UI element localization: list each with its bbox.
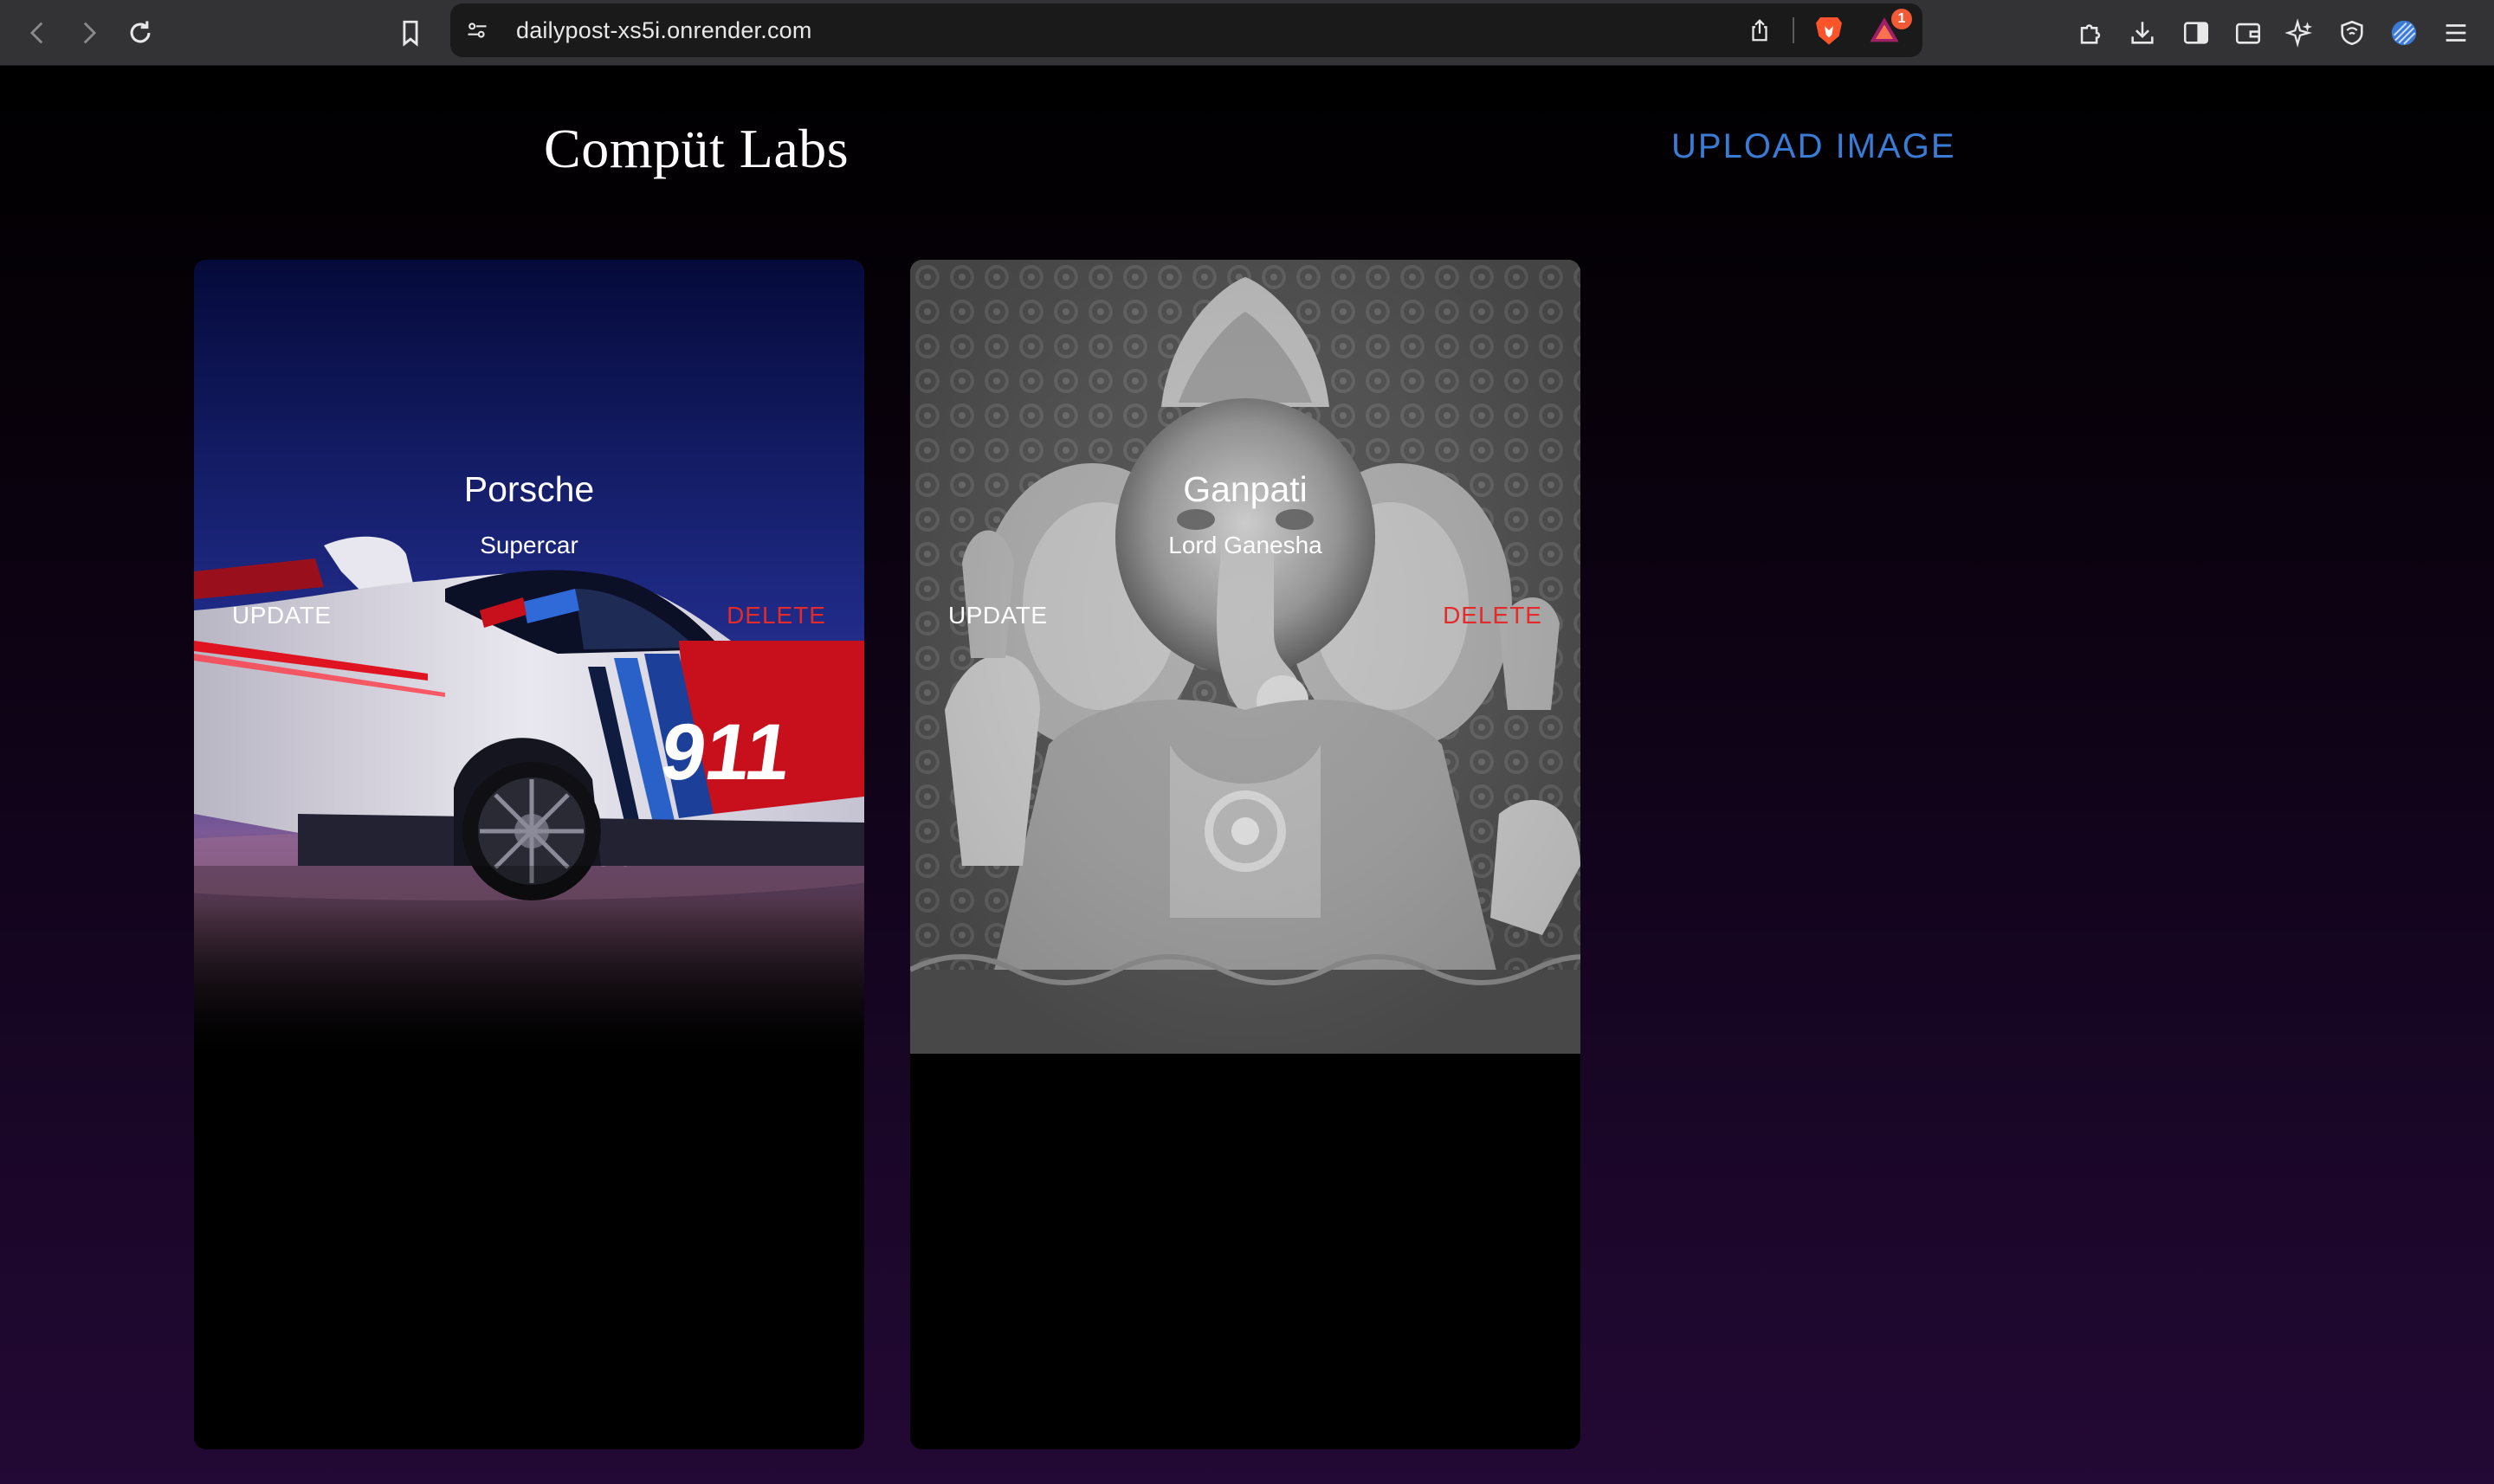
- upload-image-link[interactable]: UPLOAD IMAGE: [1671, 127, 1956, 166]
- url-text[interactable]: dailypost-xs5i.onrender.com: [516, 17, 812, 44]
- post-card: Ganpati Lord Ganesha UPDATE DELETE: [910, 260, 1580, 1449]
- downloads-icon[interactable]: [2122, 12, 2163, 54]
- post-title: Ganpati: [1183, 469, 1308, 509]
- brand-title[interactable]: Compüt Labs: [544, 117, 849, 181]
- brave-shields-icon[interactable]: [1812, 13, 1846, 48]
- post-subtitle: Lord Ganesha: [1168, 532, 1322, 558]
- sidebar-icon[interactable]: [2175, 12, 2217, 54]
- extensions-icon[interactable]: [2070, 12, 2111, 54]
- porsche-race-car-image: 911 PORSCHE: [194, 260, 864, 1054]
- address-bar[interactable]: dailypost-xs5i.onrender.com 1: [450, 3, 1922, 57]
- update-button[interactable]: UPDATE: [948, 602, 1048, 629]
- post-subtitle: Supercar: [480, 532, 578, 558]
- forward-icon[interactable]: [68, 12, 109, 54]
- wallet-icon[interactable]: [2227, 12, 2269, 54]
- back-icon[interactable]: [17, 12, 59, 54]
- profile-icon[interactable]: [2383, 12, 2425, 54]
- share-icon[interactable]: [1744, 15, 1775, 46]
- menu-icon[interactable]: [2435, 12, 2477, 54]
- browser-toolbar: dailypost-xs5i.onrender.com 1: [0, 0, 2494, 66]
- divider: [1793, 17, 1794, 43]
- delete-button[interactable]: DELETE: [1443, 602, 1542, 629]
- site-settings-icon[interactable]: [462, 16, 492, 45]
- post-title: Porsche: [463, 469, 595, 509]
- car-number-text: 911: [656, 707, 797, 796]
- vpn-icon[interactable]: [2331, 12, 2373, 54]
- reload-icon[interactable]: [120, 12, 161, 54]
- ganesha-statue-image: [910, 260, 1580, 1054]
- post-card: 911 PORSCHE: [194, 260, 864, 1449]
- update-button[interactable]: UPDATE: [232, 602, 332, 629]
- delete-button[interactable]: DELETE: [727, 602, 826, 629]
- notification-badge: 1: [1891, 9, 1912, 29]
- leo-ai-icon[interactable]: [2279, 12, 2321, 54]
- page-content: Compüt Labs UPLOAD IMAGE 911 Porsche Sup…: [0, 67, 2494, 1484]
- bookmark-icon[interactable]: [390, 12, 431, 54]
